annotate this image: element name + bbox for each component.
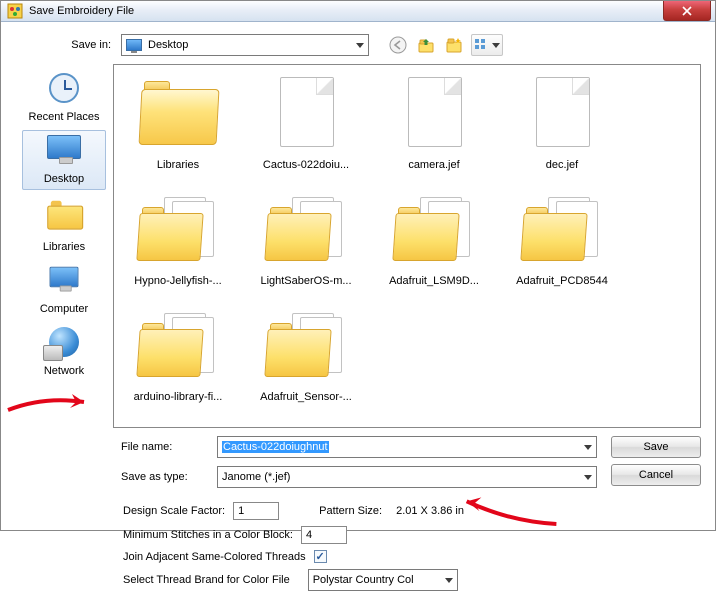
save-in-value: Desktop <box>148 39 188 51</box>
close-button[interactable] <box>663 1 711 21</box>
chevron-down-icon <box>492 43 500 48</box>
saveastype-combo[interactable]: Janome (*.jef) <box>217 466 597 488</box>
places-bar: Recent Places Desktop Libraries Computer… <box>15 64 113 488</box>
scale-input[interactable]: 1 <box>233 502 279 520</box>
save-in-label: Save in: <box>57 39 111 51</box>
thread-brand-combo[interactable]: Polystar Country Col <box>308 569 458 591</box>
list-item[interactable]: Cactus-022doiu... <box>252 75 360 171</box>
place-recent[interactable]: Recent Places <box>22 68 106 128</box>
chevron-down-icon <box>445 574 453 586</box>
list-item[interactable]: Adafruit_PCD8544 <box>508 191 616 287</box>
app-icon <box>7 3 23 19</box>
join-threads-checkbox[interactable]: ✓ <box>314 550 327 563</box>
save-button[interactable]: Save <box>611 436 701 458</box>
filename-label: File name: <box>121 441 211 453</box>
chevron-down-icon <box>584 471 592 483</box>
scale-label: Design Scale Factor: <box>123 505 225 517</box>
thread-brand-label: Select Thread Brand for Color File <box>123 574 290 586</box>
list-item[interactable]: camera.jef <box>380 75 488 171</box>
save-dialog: Save Embroidery File Save in: Desktop <box>0 0 716 531</box>
min-stitches-input[interactable]: 4 <box>301 526 347 544</box>
pattern-size-label: Pattern Size: <box>319 505 382 517</box>
back-button[interactable] <box>387 34 409 56</box>
pattern-size-value: 2.01 X 3.86 in <box>396 505 464 517</box>
place-desktop[interactable]: Desktop <box>22 130 106 190</box>
list-item[interactable]: dec.jef <box>508 75 616 171</box>
join-threads-label: Join Adjacent Same-Colored Threads <box>123 551 306 563</box>
list-item[interactable]: Libraries <box>124 75 232 171</box>
up-button[interactable] <box>415 34 437 56</box>
list-item[interactable]: arduino-library-fi... <box>124 307 232 403</box>
place-libraries[interactable]: Libraries <box>22 192 106 258</box>
view-menu-button[interactable] <box>471 34 503 56</box>
cancel-button[interactable]: Cancel <box>611 464 701 486</box>
chevron-down-icon <box>584 441 592 453</box>
new-folder-button[interactable] <box>443 34 465 56</box>
save-in-combo[interactable]: Desktop <box>121 34 369 56</box>
list-item[interactable]: Hypno-Jellyfish-... <box>124 191 232 287</box>
filename-input[interactable]: Cactus-022doiughnut <box>217 436 597 458</box>
desktop-icon <box>126 39 142 51</box>
place-network[interactable]: Network <box>22 322 106 382</box>
chevron-down-icon <box>356 39 364 51</box>
titlebar: Save Embroidery File <box>1 1 715 22</box>
saveastype-label: Save as type: <box>121 471 211 483</box>
list-item[interactable]: LightSaberOS-m... <box>252 191 360 287</box>
file-list[interactable]: Libraries Cactus-022doiu... camera.jef d… <box>113 64 701 428</box>
list-item[interactable]: Adafruit_Sensor-... <box>252 307 360 403</box>
place-computer[interactable]: Computer <box>22 260 106 320</box>
list-item[interactable]: Adafruit_LSM9D... <box>380 191 488 287</box>
window-title: Save Embroidery File <box>29 5 663 17</box>
